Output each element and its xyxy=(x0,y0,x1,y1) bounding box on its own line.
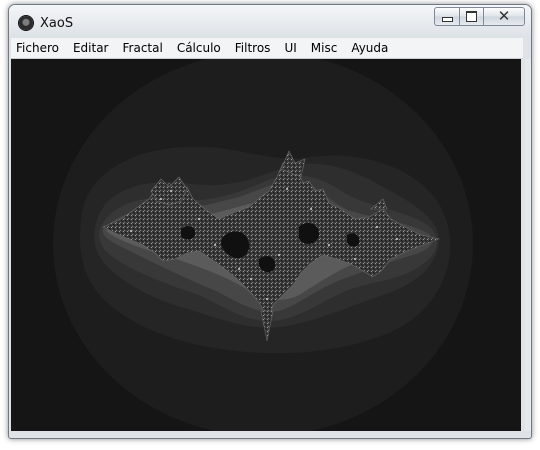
menu-fractal[interactable]: Fractal xyxy=(116,41,170,55)
menu-ui[interactable]: UI xyxy=(277,41,303,55)
window-controls: ✕ xyxy=(434,7,525,26)
xaos-window: XaoS ✕ Fichero Editar Fractal Cálculo Fi… xyxy=(8,4,532,439)
menu-filtros[interactable]: Filtros xyxy=(228,41,278,55)
maximize-button[interactable] xyxy=(459,7,484,26)
xaos-app-icon[interactable] xyxy=(19,16,33,30)
menu-fichero[interactable]: Fichero xyxy=(11,41,66,55)
right-edge xyxy=(525,59,531,431)
title-bar[interactable]: XaoS ✕ xyxy=(9,5,531,38)
menu-calculo[interactable]: Cálculo xyxy=(170,41,228,55)
maximize-icon xyxy=(466,11,477,22)
window-title: XaoS xyxy=(40,16,74,31)
menu-bar: Fichero Editar Fractal Cálculo Filtros U… xyxy=(11,38,523,59)
menu-misc[interactable]: Misc xyxy=(304,41,345,55)
close-icon: ✕ xyxy=(497,7,511,25)
fractal-canvas[interactable] xyxy=(11,59,521,431)
minimize-button[interactable] xyxy=(434,7,460,26)
minimize-icon xyxy=(441,17,453,22)
fractal-render xyxy=(53,59,473,431)
menu-editar[interactable]: Editar xyxy=(66,41,116,55)
close-button[interactable]: ✕ xyxy=(483,7,525,26)
menu-ayuda[interactable]: Ayuda xyxy=(344,41,395,55)
